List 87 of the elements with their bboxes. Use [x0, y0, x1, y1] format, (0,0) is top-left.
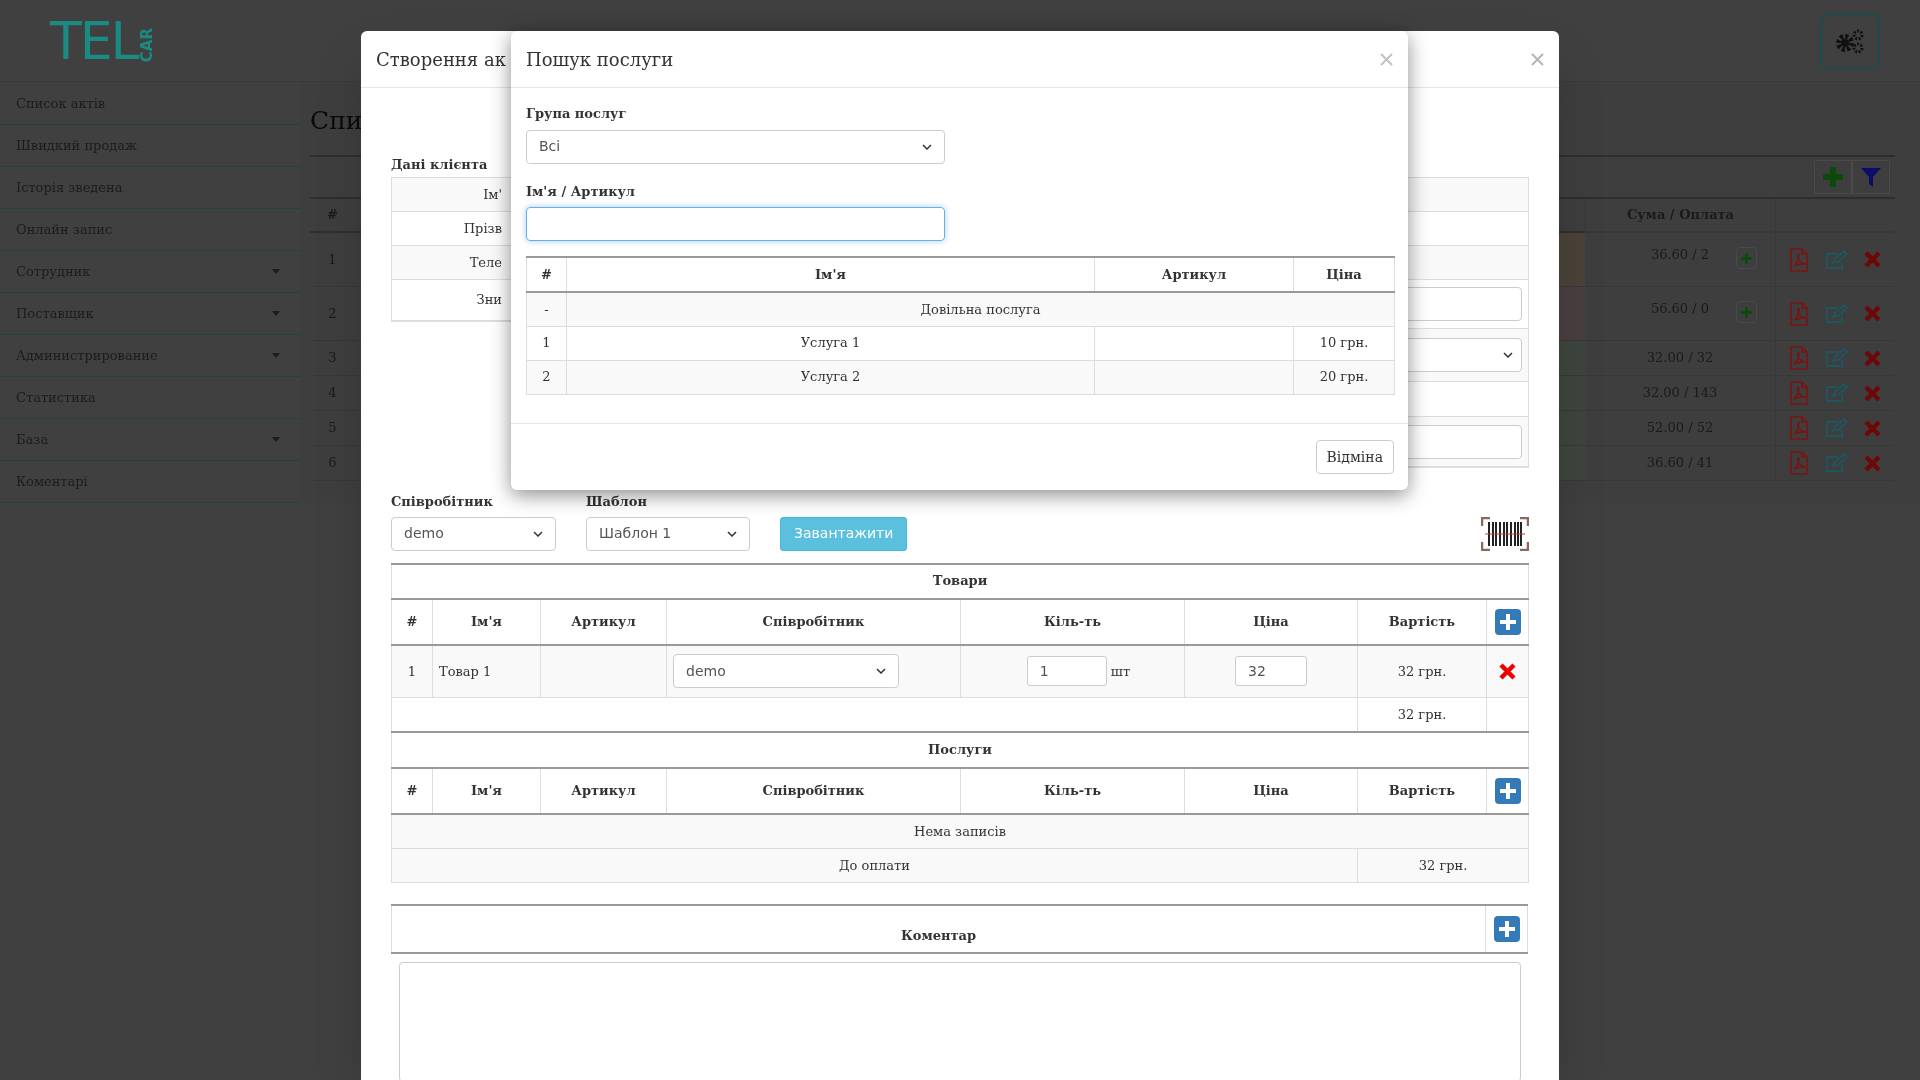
pdf-file-icon[interactable]: [1789, 451, 1810, 475]
add-payment-button[interactable]: [1736, 247, 1757, 269]
pdf-file-icon[interactable]: [1789, 381, 1810, 405]
add-payment-button[interactable]: [1736, 301, 1757, 323]
cancel-button[interactable]: Відміна: [1315, 440, 1394, 474]
field-label: Група послуг: [526, 105, 628, 123]
empty-message: Нема записів: [391, 813, 1529, 849]
field-label: Теле: [468, 253, 502, 272]
add-icon[interactable]: [1494, 777, 1521, 804]
pdf-file-icon[interactable]: [1789, 346, 1810, 370]
modal-title: Створення ак: [376, 47, 506, 72]
load-button[interactable]: Завантажити: [780, 516, 908, 551]
column-header: Кіль-ть: [960, 598, 1185, 645]
total-cell: 32 грн.: [1357, 848, 1529, 883]
unit-label: шт: [1110, 662, 1131, 681]
add-button[interactable]: [1814, 160, 1852, 194]
caret-icon: [272, 437, 280, 442]
section-title: Дані клієнта: [391, 156, 489, 174]
modal-title: Пошук послуги: [526, 47, 674, 72]
service-row[interactable]: 2 Услуга 2 20 грн.: [526, 360, 1395, 394]
column-header: #: [310, 199, 355, 233]
column-header: Співробітник: [666, 598, 961, 645]
comment-textarea[interactable]: [399, 962, 1521, 1080]
table-title: Товари: [932, 573, 988, 589]
template-select[interactable]: Шаблон 1: [586, 516, 750, 551]
employee-select[interactable]: demo: [391, 516, 556, 551]
table-cell: 32 грн.: [1357, 644, 1487, 698]
edit-icon[interactable]: [1824, 383, 1848, 403]
column-header: Ціна: [1184, 767, 1358, 814]
chevron-icon: [727, 530, 737, 537]
edit-icon[interactable]: [1824, 453, 1848, 473]
table-cell: 1: [391, 644, 433, 698]
search-field[interactable]: [526, 207, 945, 241]
delete-icon[interactable]: [1498, 661, 1517, 681]
pdf-file-icon[interactable]: [1789, 301, 1810, 326]
plus-icon: [1822, 166, 1844, 188]
column-header: Вартість: [1357, 598, 1487, 645]
chevron-icon: [922, 143, 932, 150]
add-icon[interactable]: [1493, 916, 1520, 942]
chevron-icon: [533, 530, 543, 537]
field-label: Ім'я / Артикул: [526, 182, 636, 201]
column-header: #: [391, 598, 433, 645]
pdf-file-icon[interactable]: [1789, 247, 1810, 272]
field-label: Зни: [475, 291, 502, 310]
total-label: До оплати: [391, 848, 1358, 883]
filter-icon: [1860, 166, 1882, 188]
filter-button[interactable]: [1852, 160, 1890, 194]
employee-select[interactable]: demo: [673, 654, 899, 689]
settings-button[interactable]: [1820, 12, 1880, 69]
barcode-icon[interactable]: [1481, 516, 1529, 551]
caret-icon: [272, 311, 280, 316]
column-header: Співробітник: [666, 767, 961, 814]
plus-icon: [1741, 252, 1752, 264]
field-label: Співробітник: [391, 493, 494, 511]
plus-icon: [1741, 306, 1752, 318]
quantity-input[interactable]: 1: [1026, 656, 1107, 687]
group-select[interactable]: Всі: [526, 129, 945, 164]
table-title: Послуги: [928, 741, 992, 757]
column-header: Артикул: [540, 767, 667, 814]
field-label: Прізв: [462, 219, 502, 238]
column-header: Ім'я: [432, 767, 541, 814]
edit-icon[interactable]: [1824, 348, 1848, 368]
column-header: Артикул: [540, 598, 667, 645]
field-label: Шаблон: [586, 493, 648, 511]
caret-icon: [272, 353, 280, 358]
close-icon[interactable]: [1531, 52, 1544, 66]
pdf-file-icon[interactable]: [1789, 416, 1810, 440]
settings-icon: [1835, 27, 1865, 54]
logo: TEL CAR: [50, 18, 155, 63]
chevron-icon: [876, 668, 886, 675]
table-cell: Товар 1: [432, 644, 541, 698]
field-label: Ім': [482, 185, 502, 204]
column-header: Вартість: [1357, 767, 1487, 814]
column-header: Ціна: [1184, 598, 1358, 645]
edit-icon[interactable]: [1824, 418, 1848, 438]
edit-icon[interactable]: [1824, 303, 1848, 324]
chevron-icon: [1503, 352, 1513, 358]
add-icon[interactable]: [1494, 608, 1521, 635]
close-icon[interactable]: [1380, 52, 1393, 66]
price-input[interactable]: 32: [1235, 656, 1307, 687]
column-header: #: [391, 767, 433, 814]
column-header: Ім'я: [432, 598, 541, 645]
edit-icon[interactable]: [1824, 249, 1848, 270]
caret-icon: [272, 269, 280, 274]
column-header: Кіль-ть: [960, 767, 1185, 814]
service-row[interactable]: - Довільна послуга: [526, 292, 1395, 326]
table-title: Коментар: [900, 928, 977, 944]
